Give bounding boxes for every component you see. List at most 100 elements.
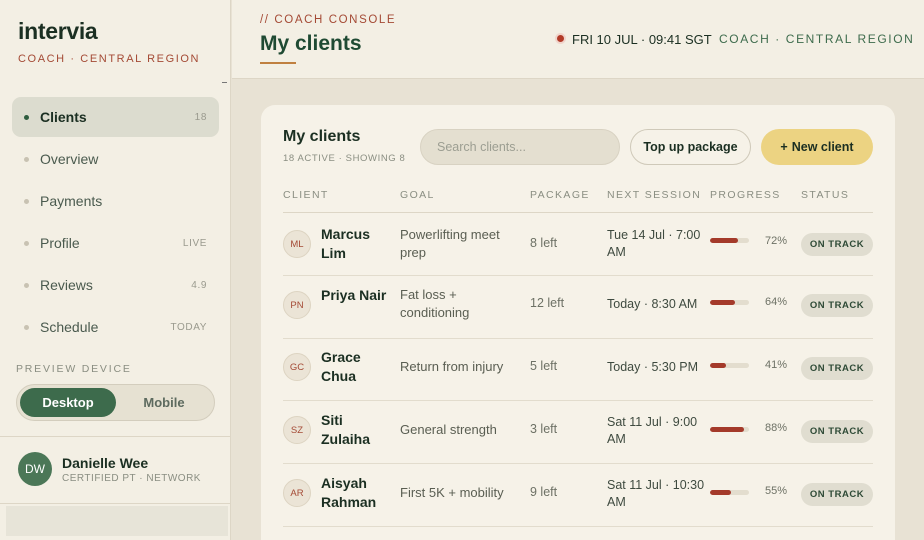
client-package: 9 left [530,485,558,499]
table-row[interactable]: PN Priya Nair Fat loss + conditioning 12… [283,276,873,339]
sidebar-item-profile[interactable]: Profile LIVE [12,223,219,263]
client-goal: General strength [400,422,497,437]
desktop-option[interactable]: Desktop [20,388,116,417]
client-goal: Return from injury [400,359,504,374]
client-goal: Fat loss + conditioning [400,287,470,320]
top-header: // COACH CONSOLE My clients FRI 10 JUL ·… [232,0,924,79]
dot-icon [24,115,29,120]
sidebar-item-label: Schedule [40,319,99,335]
client-next-session: Today · 5:30 PM [607,360,699,374]
client-package: 5 left [530,359,558,373]
client-package: 12 left [530,296,565,310]
sidebar-footer-bar [6,506,228,536]
table-row[interactable]: ML Marcus Lim Powerlifting meet prep 8 l… [283,213,873,276]
progress-bar [710,300,749,305]
sidebar-item-label: Clients [40,109,87,125]
client-avatar: AR [283,479,311,507]
live-dot-icon [557,35,564,42]
sidebar-item-schedule[interactable]: Schedule TODAY [12,307,219,347]
client-name[interactable]: Grace Chua [321,348,391,386]
user-role: CERTIFIED PT · NETWORK [62,473,201,484]
sidebar-item-label: Reviews [40,277,93,293]
client-goal: Powerlifting meet prep [400,227,500,260]
dot-icon [24,241,29,246]
progress-fill [710,490,732,495]
table-row[interactable]: SZ Siti Zulaiha General strength 3 left … [283,401,873,464]
client-next-session: Tue 14 Jul · 7:00 AM [607,228,701,259]
progress-bar [710,363,749,368]
sidebar-item-badge: TODAY [170,321,207,333]
clients-card: My clients 18 ACTIVE · SHOWING 8 Top up … [261,105,895,540]
client-goal: First 5K + mobility [400,485,504,500]
client-name[interactable]: Priya Nair [321,286,411,305]
client-name[interactable]: Marcus Lim [321,225,391,263]
card-subtitle: 18 ACTIVE · SHOWING 8 [283,153,406,164]
progress-percent: 72% [765,235,788,247]
user-name: Danielle Wee [62,455,149,471]
progress-fill [710,238,739,243]
column-header-progress[interactable]: PROGRESS [710,189,781,201]
client-avatar: PN [283,291,311,319]
sidebar-item-overview[interactable]: Overview [12,139,219,179]
client-next-session: Sat 11 Jul · 9:00 AM [607,415,698,446]
dot-icon [24,283,29,288]
client-next-session: Today · 8:30 AM [607,297,698,311]
progress-fill [710,300,735,305]
status-badge: ON TRACK [801,357,873,380]
column-header-client[interactable]: CLIENT [283,189,329,201]
client-package: 8 left [530,236,558,250]
new-client-label: New client [791,140,854,154]
page-title: My clients [260,32,362,55]
dot-icon [24,157,29,162]
status-badge: ON TRACK [801,233,873,256]
progress-bar [710,238,749,243]
sidebar-item-reviews[interactable]: Reviews 4.9 [12,265,219,305]
client-name[interactable]: Aisyah Rahman [321,474,391,512]
column-header-goal[interactable]: GOAL [400,189,435,201]
progress-fill [710,427,745,432]
client-avatar: SZ [283,416,311,444]
title-underline [260,62,296,64]
status-badge: ON TRACK [801,483,873,506]
status-badge: ON TRACK [801,420,873,443]
console-eyebrow: // COACH CONSOLE [260,14,397,26]
status-badge: ON TRACK [801,294,873,317]
preview-device-label: PREVIEW DEVICE [16,363,132,375]
current-datetime: FRI 10 JUL · 09:41 SGT [572,32,712,47]
column-header-status[interactable]: STATUS [801,189,849,201]
device-toggle: Desktop Mobile [16,384,215,421]
sidebar-item-clients[interactable]: Clients 18 [12,97,219,137]
sidebar: intervia COACH · CENTRAL REGION Clients … [0,0,231,540]
client-name[interactable]: Siti Zulaiha [321,411,391,449]
progress-percent: 41% [765,359,788,371]
table-row[interactable]: GC Grace Chua Return from injury 5 left … [283,338,873,401]
sidebar-item-label: Overview [40,151,99,167]
progress-percent: 88% [765,422,788,434]
sidebar-item-badge: LIVE [182,237,207,249]
sidebar-item-label: Profile [40,235,80,251]
new-client-button[interactable]: + New client [761,129,873,165]
sidebar-item-payments[interactable]: Payments [12,181,219,221]
brand-subtitle: COACH · CENTRAL REGION [18,53,201,65]
column-header-package[interactable]: PACKAGE [530,189,590,201]
divider [0,436,231,437]
region-label: COACH · CENTRAL REGION [719,32,915,46]
client-avatar: ML [283,230,311,258]
sidebar-item-rating: 4.9 [191,279,207,291]
card-title: My clients [283,128,361,145]
search-input[interactable] [420,129,620,165]
brand-logo: intervia [18,18,98,44]
mobile-option[interactable]: Mobile [116,388,212,417]
top-up-package-button[interactable]: Top up package [630,129,751,165]
client-next-session: Sat 11 Jul · 10:30 AM [607,478,705,509]
avatar[interactable]: DW [18,452,52,486]
column-header-next-session[interactable]: NEXT SESSION [607,189,701,201]
table-row[interactable]: AR Aisyah Rahman First 5K + mobility 9 l… [283,464,873,527]
sidebar-item-count: 18 [194,111,207,123]
progress-fill [710,363,726,368]
progress-percent: 55% [765,485,788,497]
plus-icon: + [780,140,788,154]
dot-icon [24,325,29,330]
divider [0,503,231,504]
client-package: 3 left [530,422,558,436]
